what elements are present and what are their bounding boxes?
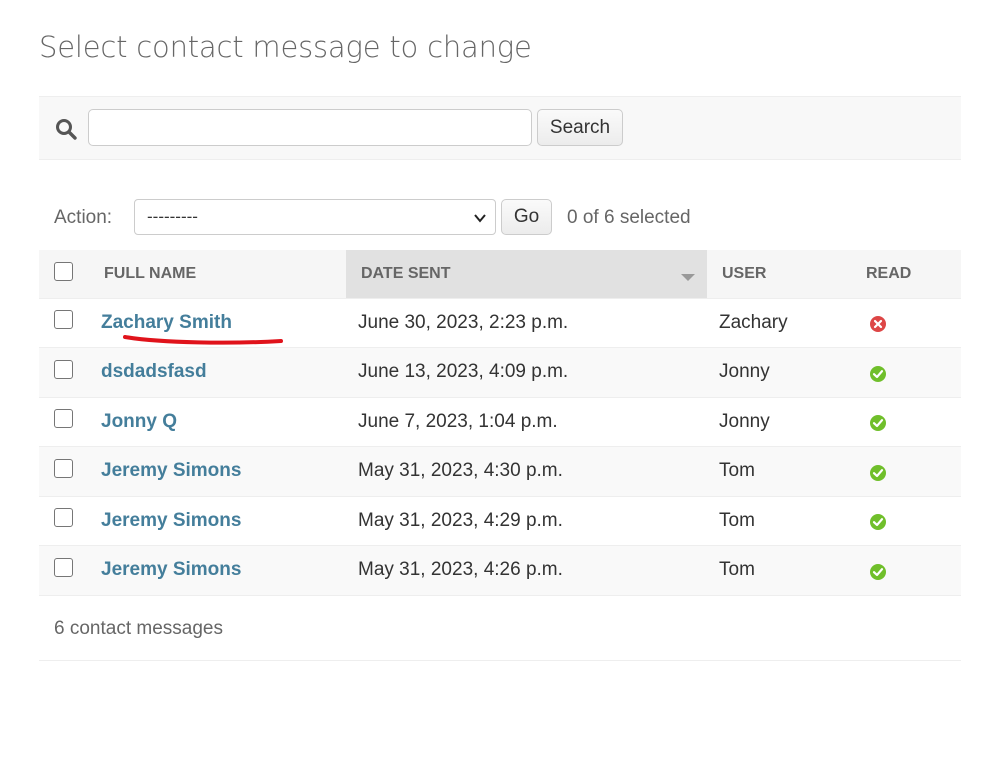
user-value: Zachary	[719, 311, 788, 333]
date-sent-cell: May 31, 2023, 4:30 p.m.	[346, 446, 707, 497]
read-cell	[851, 496, 961, 546]
table-row: Jeremy Simons May 31, 2023, 4:26 p.m. Tom	[39, 545, 961, 596]
row-checkbox[interactable]	[54, 310, 73, 330]
column-label: User	[722, 264, 767, 282]
row-select-cell	[39, 298, 101, 348]
date-sent-value: May 31, 2023, 4:29 p.m.	[358, 509, 563, 531]
check-circle-icon	[870, 415, 886, 432]
date-sent-value: June 30, 2023, 2:23 p.m.	[358, 311, 569, 333]
action-select-value: ---------	[147, 207, 198, 226]
check-circle-icon	[870, 514, 886, 531]
date-sent-value: June 13, 2023, 4:09 p.m.	[358, 361, 569, 383]
read-cell	[851, 298, 961, 348]
row-checkbox[interactable]	[54, 409, 73, 429]
search-input[interactable]	[88, 109, 532, 146]
row-checkbox[interactable]	[54, 359, 73, 379]
user-value: Jonny	[719, 410, 770, 432]
user-value: Tom	[719, 559, 755, 581]
paginator: 6 contact messages	[39, 596, 961, 661]
full-name-cell: Jeremy Simons	[101, 545, 346, 596]
row-select-cell	[39, 347, 101, 398]
user-value: Tom	[719, 460, 755, 482]
table-row: Jonny Q June 7, 2023, 1:04 p.m. Jonny	[39, 397, 961, 447]
go-button[interactable]: Go	[501, 199, 552, 235]
read-cell	[851, 545, 961, 596]
user-cell: Tom	[707, 496, 851, 546]
date-sent-cell: June 13, 2023, 4:09 p.m.	[346, 347, 707, 398]
check-circle-icon	[870, 464, 886, 481]
user-cell: Jonny	[707, 397, 851, 447]
date-sent-cell: May 31, 2023, 4:29 p.m.	[346, 496, 707, 546]
user-cell: Zachary	[707, 298, 851, 348]
date-sent-value: May 31, 2023, 4:26 p.m.	[358, 559, 563, 581]
column-user[interactable]: User	[707, 250, 851, 299]
user-cell: Tom	[707, 446, 851, 497]
column-full-name[interactable]: Full name	[101, 250, 346, 299]
read-cell	[851, 347, 961, 398]
search-button[interactable]: Search	[537, 109, 623, 146]
full-name-link[interactable]: Jeremy Simons	[101, 460, 241, 481]
check-circle-icon	[870, 365, 886, 382]
full-name-link[interactable]: Jeremy Simons	[101, 559, 241, 580]
action-label: Action:	[54, 207, 113, 228]
full-name-link[interactable]: Jonny Q	[101, 411, 177, 432]
chevron-down-icon	[474, 214, 486, 223]
selection-counter: 0 of 6 selected	[567, 207, 691, 228]
action-select[interactable]: ---------	[134, 199, 496, 235]
full-name-cell: Jonny Q	[101, 397, 346, 447]
row-select-cell	[39, 545, 101, 596]
row-select-cell	[39, 397, 101, 447]
full-name-link[interactable]: dsdadsfasd	[101, 361, 207, 382]
date-sent-value: May 31, 2023, 4:30 p.m.	[358, 460, 563, 482]
column-label: Full name	[104, 264, 197, 282]
x-circle-icon	[870, 316, 886, 333]
full-name-cell: Jeremy Simons	[101, 496, 346, 546]
select-all-column	[39, 250, 101, 299]
full-name-cell: dsdadsfasd	[101, 347, 346, 398]
row-checkbox[interactable]	[54, 557, 73, 577]
date-sent-cell: June 7, 2023, 1:04 p.m.	[346, 397, 707, 447]
user-value: Tom	[719, 509, 755, 531]
select-all-checkbox[interactable]	[54, 262, 73, 282]
result-count: 6 contact messages	[54, 618, 223, 639]
column-read[interactable]: Read	[851, 250, 961, 299]
user-value: Jonny	[719, 361, 770, 383]
row-checkbox[interactable]	[54, 508, 73, 528]
column-label: Read	[866, 264, 912, 282]
date-sent-cell: May 31, 2023, 4:26 p.m.	[346, 545, 707, 596]
date-sent-value: June 7, 2023, 1:04 p.m.	[358, 410, 558, 432]
full-name-link[interactable]: Jeremy Simons	[101, 510, 241, 531]
search-icon	[56, 119, 77, 140]
search-toolbar: Search	[39, 96, 961, 160]
page-title: Select contact message to change	[39, 30, 532, 64]
row-select-cell	[39, 446, 101, 497]
read-cell	[851, 397, 961, 447]
table-row: dsdadsfasd June 13, 2023, 4:09 p.m. Jonny	[39, 347, 961, 398]
table-header-row: Full name Date sent User Read	[39, 250, 961, 299]
read-cell	[851, 446, 961, 497]
results-table: Full name Date sent User Read Zachary Sm…	[39, 250, 961, 596]
check-circle-icon	[870, 563, 886, 580]
column-date-sent[interactable]: Date sent	[346, 250, 707, 299]
column-label: Date sent	[361, 264, 451, 282]
red-underline-annotation	[123, 335, 283, 345]
sort-arrow-icon[interactable]	[681, 274, 695, 281]
table-row: Jeremy Simons May 31, 2023, 4:30 p.m. Tom	[39, 446, 961, 497]
row-select-cell	[39, 496, 101, 546]
date-sent-cell: June 30, 2023, 2:23 p.m.	[346, 298, 707, 348]
user-cell: Tom	[707, 545, 851, 596]
full-name-cell: Jeremy Simons	[101, 446, 346, 497]
actions-bar: Action: --------- Go 0 of 6 selected	[39, 192, 961, 242]
row-checkbox[interactable]	[54, 458, 73, 478]
table-row: Jeremy Simons May 31, 2023, 4:29 p.m. Tom	[39, 496, 961, 546]
user-cell: Jonny	[707, 347, 851, 398]
